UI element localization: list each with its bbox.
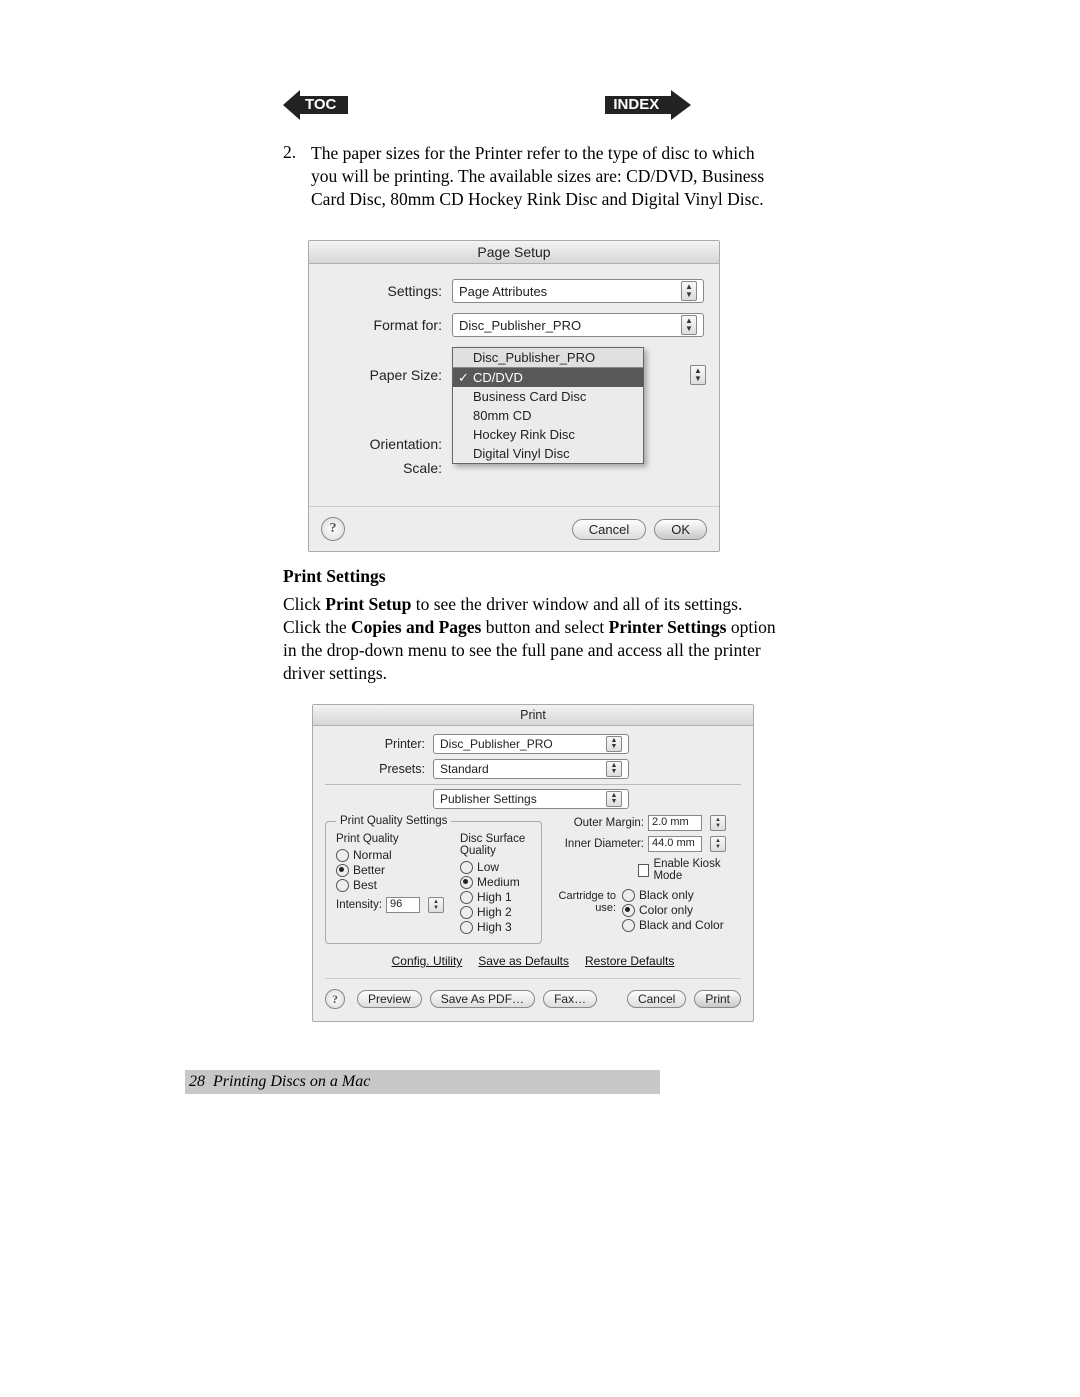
stepper-icon: ▲▼: [606, 791, 622, 807]
radio-icon: [622, 919, 635, 932]
surface-option[interactable]: High 1: [460, 890, 531, 904]
page-setup-dialog: Page Setup Settings: Page Attributes ▲▼ …: [308, 240, 720, 552]
settings-select[interactable]: Page Attributes ▲▼: [452, 279, 704, 303]
surface-option[interactable]: High 2: [460, 905, 531, 919]
surface-option[interactable]: High 3: [460, 920, 531, 934]
paper-size-option[interactable]: CD/DVD: [453, 368, 643, 387]
paper-size-option[interactable]: 80mm CD: [453, 406, 643, 425]
step-2: 2. The paper sizes for the Printer refer…: [283, 142, 783, 210]
page-chapter-title: Printing Discs on a Mac: [213, 1073, 370, 1090]
kiosk-label: Enable Kiosk Mode: [653, 858, 741, 882]
ok-button[interactable]: OK: [654, 519, 707, 540]
print-settings-paragraph: Click Print Setup to see the driver wind…: [283, 593, 783, 684]
format-for-select[interactable]: Disc_Publisher_PRO ▲▼: [452, 313, 704, 337]
settings-label: Settings:: [324, 283, 452, 299]
page-number: 28: [189, 1073, 205, 1090]
surface-option[interactable]: Medium: [460, 875, 531, 889]
paper-size-option[interactable]: Business Card Disc: [453, 387, 643, 406]
paper-size-select[interactable]: Disc_Publisher_PRO CD/DVD Business Card …: [452, 347, 704, 464]
printer-label: Printer:: [325, 737, 433, 751]
index-button[interactable]: INDEX: [605, 90, 691, 120]
radio-icon: [460, 861, 473, 874]
intensity-label: Intensity:: [336, 899, 382, 911]
nav-arrows: TOC INDEX: [283, 90, 783, 122]
surface-option[interactable]: Low: [460, 860, 531, 874]
quality-option[interactable]: Best: [336, 878, 444, 892]
page-setup-title: Page Setup: [309, 241, 719, 264]
paper-size-label: Paper Size:: [324, 347, 452, 383]
index-label: INDEX: [613, 96, 659, 113]
radio-icon: [336, 849, 349, 862]
stepper-icon[interactable]: ▲▼: [710, 836, 726, 852]
presets-select[interactable]: Standard ▲▼: [433, 759, 629, 779]
paper-size-option[interactable]: Hockey Rink Disc: [453, 425, 643, 444]
stepper-icon: ▲▼: [690, 365, 706, 385]
radio-icon: [460, 921, 473, 934]
toc-label: TOC: [305, 96, 336, 113]
orientation-label: Orientation:: [324, 436, 452, 452]
save-as-pdf-button[interactable]: Save As PDF…: [430, 990, 535, 1008]
intensity-field[interactable]: 96: [386, 897, 420, 913]
radio-icon: [460, 906, 473, 919]
print-quality-head: Print Quality: [336, 833, 444, 845]
restore-defaults-button[interactable]: Restore Defaults: [585, 954, 674, 968]
preview-button[interactable]: Preview: [357, 990, 422, 1008]
format-for-value: Disc_Publisher_PRO: [459, 318, 581, 333]
stepper-icon: ▲▼: [681, 281, 697, 301]
printer-select[interactable]: Disc_Publisher_PRO ▲▼: [433, 734, 629, 754]
save-defaults-button[interactable]: Save as Defaults: [478, 954, 569, 968]
stepper-icon: ▲▼: [606, 736, 622, 752]
inner-diameter-label: Inner Diameter:: [556, 838, 644, 850]
toc-button[interactable]: TOC: [283, 90, 348, 120]
cartridge-option[interactable]: Black and Color: [622, 918, 724, 932]
quality-option[interactable]: Normal: [336, 848, 444, 862]
print-button[interactable]: Print: [694, 990, 741, 1008]
scale-label: Scale:: [324, 460, 452, 476]
help-button[interactable]: ?: [325, 989, 345, 1009]
print-dialog-title: Print: [313, 705, 753, 726]
step-2-text: The paper sizes for the Printer refer to…: [311, 142, 783, 210]
inner-diameter-field[interactable]: 44.0 mm: [648, 836, 702, 852]
surface-quality-head: Disc Surface Quality: [460, 833, 531, 857]
format-for-label: Format for:: [324, 317, 452, 333]
print-settings-heading: Print Settings: [283, 566, 783, 587]
outer-margin-label: Outer Margin:: [556, 817, 644, 829]
paper-size-option[interactable]: Digital Vinyl Disc: [453, 444, 643, 463]
cartridge-label: Cartridge to use:: [556, 888, 616, 933]
fax-button[interactable]: Fax…: [543, 990, 597, 1008]
help-button[interactable]: ?: [321, 517, 345, 541]
quality-option[interactable]: Better: [336, 863, 444, 877]
step-2-number: 2.: [283, 142, 311, 210]
stepper-icon: ▲▼: [681, 315, 697, 335]
cancel-button[interactable]: Cancel: [572, 519, 646, 540]
cartridge-option[interactable]: Color only: [622, 903, 724, 917]
kiosk-checkbox[interactable]: [638, 864, 650, 877]
settings-value: Page Attributes: [459, 284, 547, 299]
cartridge-option[interactable]: Black only: [622, 888, 724, 902]
radio-icon: [460, 876, 473, 889]
pane-select[interactable]: Publisher Settings ▲▼: [433, 789, 629, 809]
stepper-icon[interactable]: ▲▼: [710, 815, 726, 831]
quality-legend: Print Quality Settings: [336, 815, 451, 827]
stepper-icon[interactable]: ▲▼: [428, 897, 444, 913]
radio-icon: [622, 904, 635, 917]
radio-icon: [336, 864, 349, 877]
radio-icon: [336, 879, 349, 892]
config-utility-button[interactable]: Config. Utility: [392, 954, 463, 968]
print-quality-fieldset: Print Quality Settings Print Quality Nor…: [325, 815, 542, 944]
cancel-button[interactable]: Cancel: [627, 990, 686, 1008]
radio-icon: [622, 889, 635, 902]
outer-margin-field[interactable]: 2.0 mm: [648, 815, 702, 831]
radio-icon: [460, 891, 473, 904]
page-footer: 28 Printing Discs on a Mac: [185, 1070, 660, 1094]
print-dialog: Print Printer: Disc_Publisher_PRO ▲▼ Pre…: [312, 704, 754, 1022]
presets-label: Presets:: [325, 762, 433, 776]
stepper-icon: ▲▼: [606, 761, 622, 777]
paper-size-menu-header: Disc_Publisher_PRO: [453, 348, 643, 368]
